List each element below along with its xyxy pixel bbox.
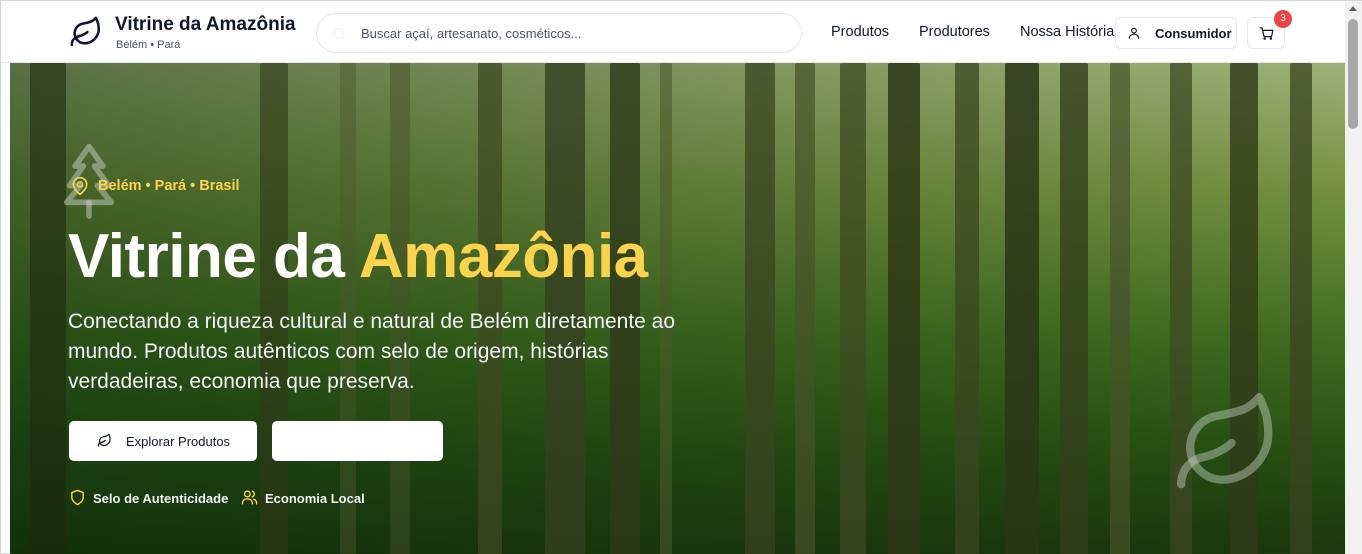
explore-products-label: Explorar Produtos <box>126 434 231 449</box>
tree-trunk <box>30 63 66 554</box>
tree-trunk <box>840 63 866 554</box>
tree-trunk <box>955 63 979 554</box>
brand-title[interactable]: Vitrine da Amazônia <box>115 14 296 36</box>
nav-nossa-historia[interactable]: Nossa História <box>1020 24 1114 40</box>
scroll-up-arrow-icon[interactable] <box>1349 6 1357 11</box>
hero-title-main: Vitrine da <box>68 222 359 291</box>
tree-trunk <box>745 63 775 554</box>
nav-produtos[interactable]: Produtos <box>831 24 889 40</box>
leaf-icon <box>97 433 111 447</box>
map-pin-icon <box>72 176 88 196</box>
feature-authenticity-label: Selo de Autenticidade <box>93 491 229 506</box>
cart-icon <box>1259 27 1274 40</box>
hero-title: Vitrine da Amazônia <box>68 221 648 292</box>
tree-trunk <box>1290 63 1312 554</box>
hero-description: Conectando a riqueza cultural e natural … <box>68 310 676 393</box>
secondary-button[interactable] <box>272 421 443 461</box>
cart-count-badge: 3 <box>1274 10 1292 28</box>
search-bar[interactable]: Buscar açaí, artesanato, cosméticos... <box>316 13 802 53</box>
users-icon <box>241 490 258 505</box>
consumer-button-label: Consumidor <box>1155 26 1232 41</box>
tree-trunk <box>1005 63 1039 554</box>
explore-products-button[interactable]: Explorar Produtos <box>69 421 257 461</box>
tree-trunk <box>1060 63 1088 554</box>
consumer-button[interactable]: Consumidor <box>1115 17 1237 49</box>
hero-title-accent: Amazônia <box>358 222 648 291</box>
feature-local-economy-label: Economia Local <box>265 491 365 506</box>
brand-subtitle: Belém • Pará <box>116 39 181 51</box>
leaf-icon <box>1177 393 1273 489</box>
nav-produtores[interactable]: Produtores <box>919 24 990 40</box>
page-scrollbar[interactable] <box>1345 1 1362 554</box>
search-input[interactable]: Buscar açaí, artesanato, cosméticos... <box>361 26 581 41</box>
location-text: Belém • Pará • Brasil <box>98 178 240 194</box>
tree-trunk <box>795 63 815 554</box>
hero-section: Belém • Pará • Brasil Vitrine da Amazôni… <box>10 63 1345 554</box>
search-icon <box>333 28 346 41</box>
browser-window: Vitrine da Amazônia Belém • Pará Buscar … <box>0 0 1362 554</box>
site-header: Vitrine da Amazônia Belém • Pará Buscar … <box>1 1 1345 63</box>
scrollbar-thumb[interactable] <box>1348 19 1358 129</box>
shield-icon <box>71 489 84 506</box>
user-icon <box>1128 27 1140 39</box>
leaf-icon[interactable] <box>69 15 103 49</box>
tree-trunk <box>1110 63 1130 554</box>
tree-trunk <box>888 63 920 554</box>
